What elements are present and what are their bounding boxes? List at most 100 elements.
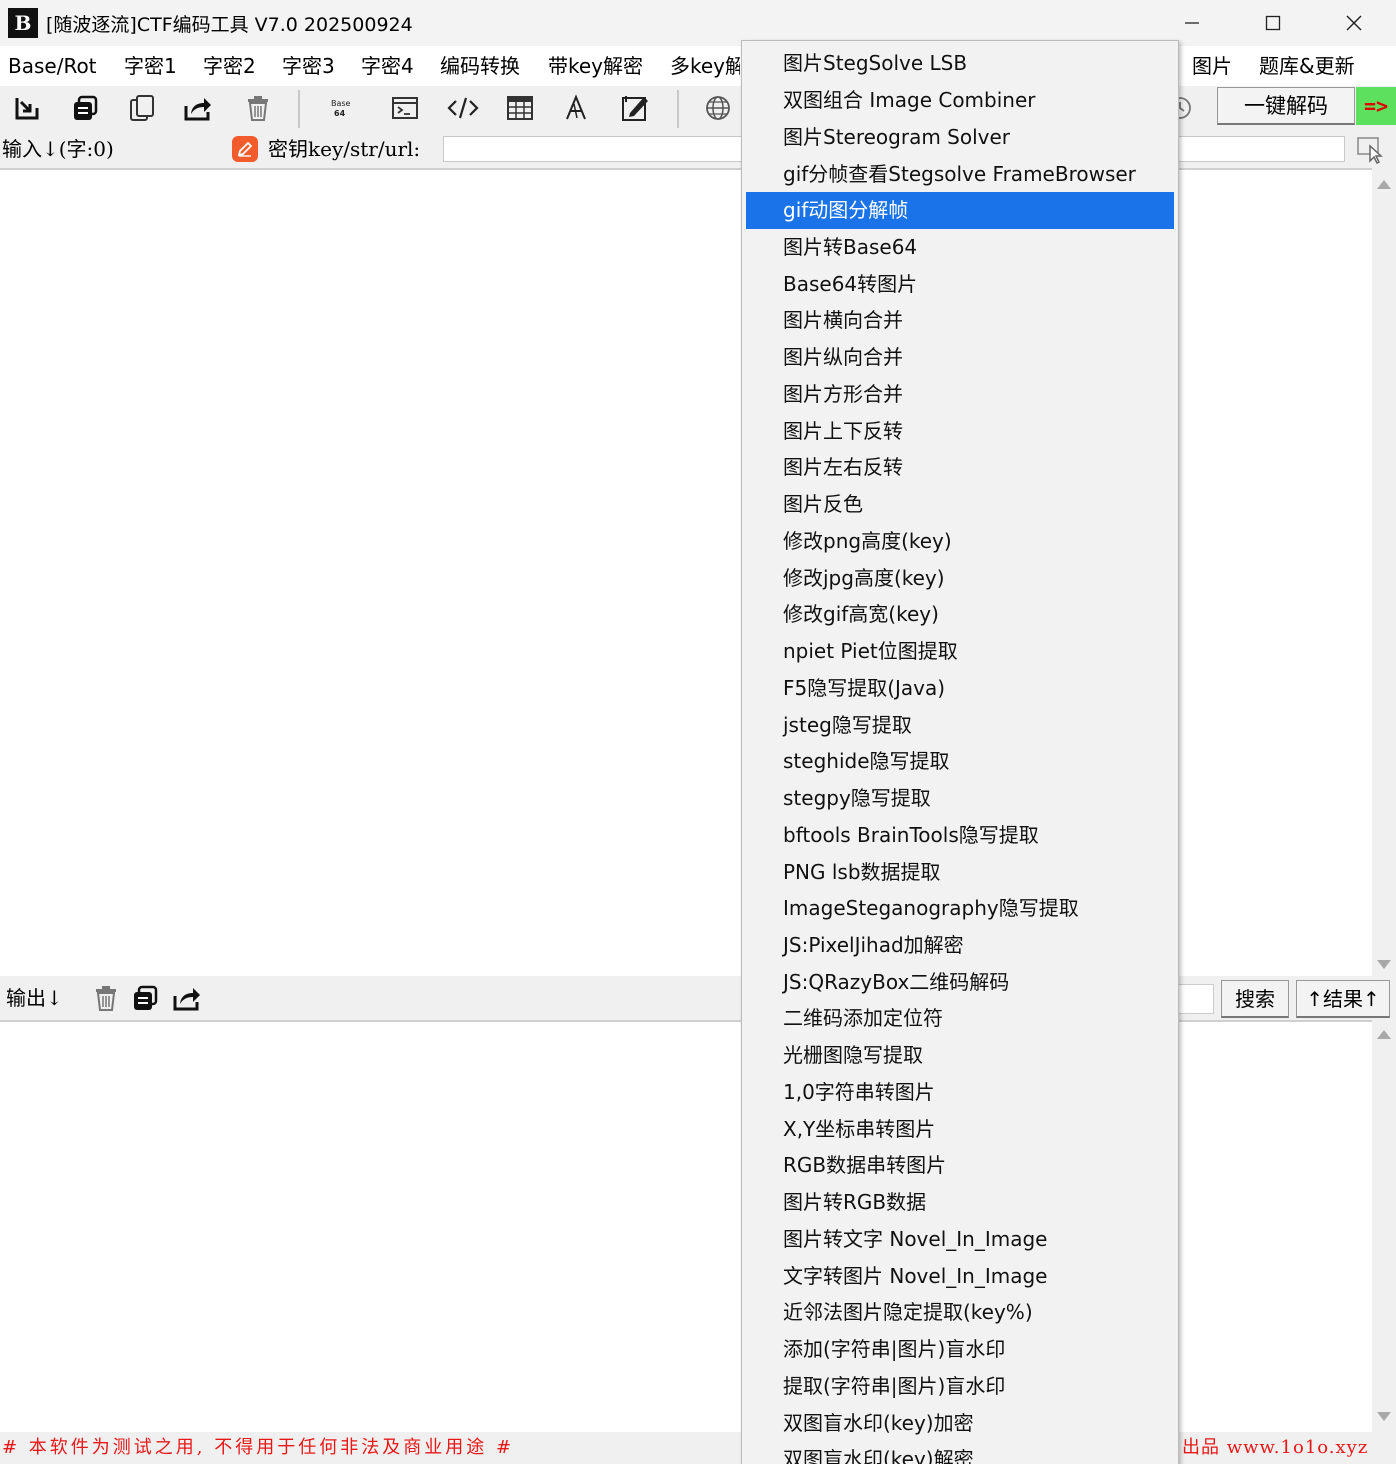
share-icon bbox=[173, 988, 200, 1011]
menu-key-decrypt[interactable]: 带key解密 bbox=[548, 46, 643, 86]
terminal-icon bbox=[392, 97, 418, 119]
title-bar: B [随波逐流]CTF编码工具 V7.0 202500924 bbox=[0, 0, 1396, 46]
menu-item-flip-vertical[interactable]: 图片上下反转 bbox=[746, 413, 1174, 450]
table-icon bbox=[507, 96, 533, 120]
menu-item-extract-watermark[interactable]: 提取(字符串|图片)盲水印 bbox=[746, 1368, 1174, 1405]
menu-zimi1[interactable]: 字密1 bbox=[124, 46, 177, 86]
menu-item-invert-color[interactable]: 图片反色 bbox=[746, 486, 1174, 523]
scroll-down-icon[interactable] bbox=[1377, 960, 1391, 969]
web-button[interactable] bbox=[700, 90, 736, 126]
edit-box-icon bbox=[622, 96, 648, 121]
menu-item-nearest-extract[interactable]: 近邻法图片隐定提取(key%) bbox=[746, 1294, 1174, 1331]
menu-item-image-to-rgb[interactable]: 图片转RGB数据 bbox=[746, 1184, 1174, 1221]
menu-item-dual-watermark-encrypt[interactable]: 双图盲水印(key)加密 bbox=[746, 1405, 1174, 1442]
menu-zimi2[interactable]: 字密2 bbox=[203, 46, 256, 86]
close-icon bbox=[1346, 15, 1362, 31]
table-button[interactable] bbox=[502, 90, 538, 126]
input-row: 输入↓(字:0) 密钥key/str/url: bbox=[0, 130, 1396, 168]
menu-item-bftools[interactable]: bftools BrainTools隐写提取 bbox=[746, 817, 1174, 854]
menu-library-update[interactable]: 题库&更新 bbox=[1259, 46, 1355, 86]
share-button[interactable] bbox=[180, 90, 216, 126]
menu-item-xy-to-image[interactable]: X,Y坐标串转图片 bbox=[746, 1111, 1174, 1148]
scroll-down-icon[interactable] bbox=[1377, 1412, 1391, 1421]
base64-button[interactable]: Base 64 bbox=[323, 90, 359, 126]
menu-item-merge-square[interactable]: 图片方形合并 bbox=[746, 376, 1174, 413]
font-icon bbox=[566, 94, 586, 120]
menu-item-frame-browser[interactable]: gif分帧查看Stegsolve FrameBrowser bbox=[746, 156, 1174, 193]
clear-button[interactable] bbox=[240, 90, 276, 126]
menu-item-png-height[interactable]: 修改png高度(key) bbox=[746, 523, 1174, 560]
menu-item-jsteg[interactable]: jsteg隐写提取 bbox=[746, 707, 1174, 744]
menu-item-qrazybox[interactable]: JS:QRazyBox二维码解码 bbox=[746, 964, 1174, 1001]
menu-item-flip-horizontal[interactable]: 图片左右反转 bbox=[746, 449, 1174, 486]
menu-item-pixeljihad[interactable]: JS:PixelJihad加解密 bbox=[746, 927, 1174, 964]
font-button[interactable] bbox=[558, 90, 594, 126]
menu-item-f5-extract[interactable]: F5隐写提取(Java) bbox=[746, 670, 1174, 707]
menu-item-image-steganography[interactable]: ImageSteganography隐写提取 bbox=[746, 890, 1174, 927]
search-button[interactable]: 搜索 bbox=[1221, 980, 1289, 1018]
output-scrollbar[interactable] bbox=[1372, 1020, 1396, 1432]
menu-multi-key[interactable]: 多key解 bbox=[670, 46, 740, 86]
edit-box-button[interactable] bbox=[617, 90, 653, 126]
menu-item-image-to-text[interactable]: 图片转文字 Novel_In_Image bbox=[746, 1221, 1174, 1258]
arrow-go-button[interactable]: => bbox=[1356, 87, 1396, 125]
menu-bar: Base/Rot 字密1 字密2 字密3 字密4 编码转换 带key解密 多ke… bbox=[0, 46, 1396, 86]
select-area-button[interactable] bbox=[1356, 134, 1386, 164]
menu-encoding[interactable]: 编码转换 bbox=[440, 46, 520, 86]
menu-item-base64-to-image[interactable]: Base64转图片 bbox=[746, 266, 1174, 303]
code-button[interactable] bbox=[445, 90, 481, 126]
menu-base-rot[interactable]: Base/Rot bbox=[8, 46, 97, 86]
select-cursor-icon bbox=[1357, 137, 1383, 164]
menu-zimi4[interactable]: 字密4 bbox=[361, 46, 414, 86]
menu-item-steghide[interactable]: steghide隐写提取 bbox=[746, 743, 1174, 780]
menu-item-qr-add-finder[interactable]: 二维码添加定位符 bbox=[746, 1000, 1174, 1037]
credit-text: 出品 www.1o1o.xyz bbox=[1182, 1437, 1369, 1458]
menu-item-raster-extract[interactable]: 光栅图隐写提取 bbox=[746, 1037, 1174, 1074]
output-share-button[interactable] bbox=[169, 980, 205, 1016]
maximize-button[interactable] bbox=[1233, 0, 1313, 46]
import-button[interactable] bbox=[9, 90, 45, 126]
copy-icon bbox=[134, 985, 158, 1010]
menu-item-text-to-image[interactable]: 文字转图片 Novel_In_Image bbox=[746, 1258, 1174, 1295]
copy-button[interactable] bbox=[67, 90, 103, 126]
toolbar: Base 64 bbox=[0, 86, 1396, 130]
input-scrollbar[interactable] bbox=[1372, 168, 1396, 976]
menu-image[interactable]: 图片 bbox=[1192, 46, 1232, 86]
menu-item-merge-horizontal[interactable]: 图片横向合并 bbox=[746, 302, 1174, 339]
base64-icon: Base64 bbox=[331, 99, 351, 118]
paste-button[interactable] bbox=[124, 90, 160, 126]
menu-item-gif-split-frames[interactable]: gif动图分解帧 bbox=[746, 192, 1174, 229]
menu-zimi3[interactable]: 字密3 bbox=[282, 46, 335, 86]
menu-item-add-watermark[interactable]: 添加(字符串|图片)盲水印 bbox=[746, 1331, 1174, 1368]
globe-icon bbox=[706, 96, 730, 120]
copy-icon bbox=[74, 95, 98, 120]
menu-item-rgb-to-image[interactable]: RGB数据串转图片 bbox=[746, 1147, 1174, 1184]
result-up-button[interactable]: ↑结果↑ bbox=[1296, 980, 1390, 1018]
output-copy-button[interactable] bbox=[127, 980, 163, 1016]
menu-item-npiet[interactable]: npiet Piet位图提取 bbox=[746, 633, 1174, 670]
menu-item-stegsolve-lsb[interactable]: 图片StegSolve LSB bbox=[746, 45, 1174, 82]
input-label: 输入↓(字:0) bbox=[2, 137, 114, 161]
minimize-icon bbox=[1185, 22, 1199, 24]
menu-item-jpg-height[interactable]: 修改jpg高度(key) bbox=[746, 560, 1174, 597]
menu-item-binary-to-image[interactable]: 1,0字符串转图片 bbox=[746, 1074, 1174, 1111]
terminal-button[interactable] bbox=[387, 90, 423, 126]
menu-item-image-to-base64[interactable]: 图片转Base64 bbox=[746, 229, 1174, 266]
menu-item-dual-watermark-decrypt[interactable]: 双图盲水印(key)解密 bbox=[746, 1441, 1174, 1464]
search-input[interactable] bbox=[1178, 984, 1214, 1014]
close-button[interactable] bbox=[1314, 0, 1394, 46]
code-icon bbox=[447, 97, 479, 119]
output-clear-button[interactable] bbox=[88, 980, 124, 1016]
one-click-decode-button[interactable]: 一键解码 bbox=[1217, 87, 1355, 125]
key-edit-icon[interactable] bbox=[232, 136, 258, 162]
scroll-up-icon[interactable] bbox=[1377, 1030, 1391, 1039]
svg-text:Base: Base bbox=[331, 99, 351, 108]
scroll-up-icon[interactable] bbox=[1377, 180, 1391, 189]
menu-item-stereogram-solver[interactable]: 图片Stereogram Solver bbox=[746, 119, 1174, 156]
menu-item-stegpy[interactable]: stegpy隐写提取 bbox=[746, 780, 1174, 817]
menu-item-merge-vertical[interactable]: 图片纵向合并 bbox=[746, 339, 1174, 376]
menu-item-gif-size[interactable]: 修改gif高宽(key) bbox=[746, 596, 1174, 633]
disclaimer-text: # 本软件为测试之用, 不得用于任何非法及商业用途 # bbox=[2, 1437, 515, 1458]
menu-item-image-combiner[interactable]: 双图组合 Image Combiner bbox=[746, 82, 1174, 119]
menu-item-png-lsb[interactable]: PNG lsb数据提取 bbox=[746, 854, 1174, 891]
